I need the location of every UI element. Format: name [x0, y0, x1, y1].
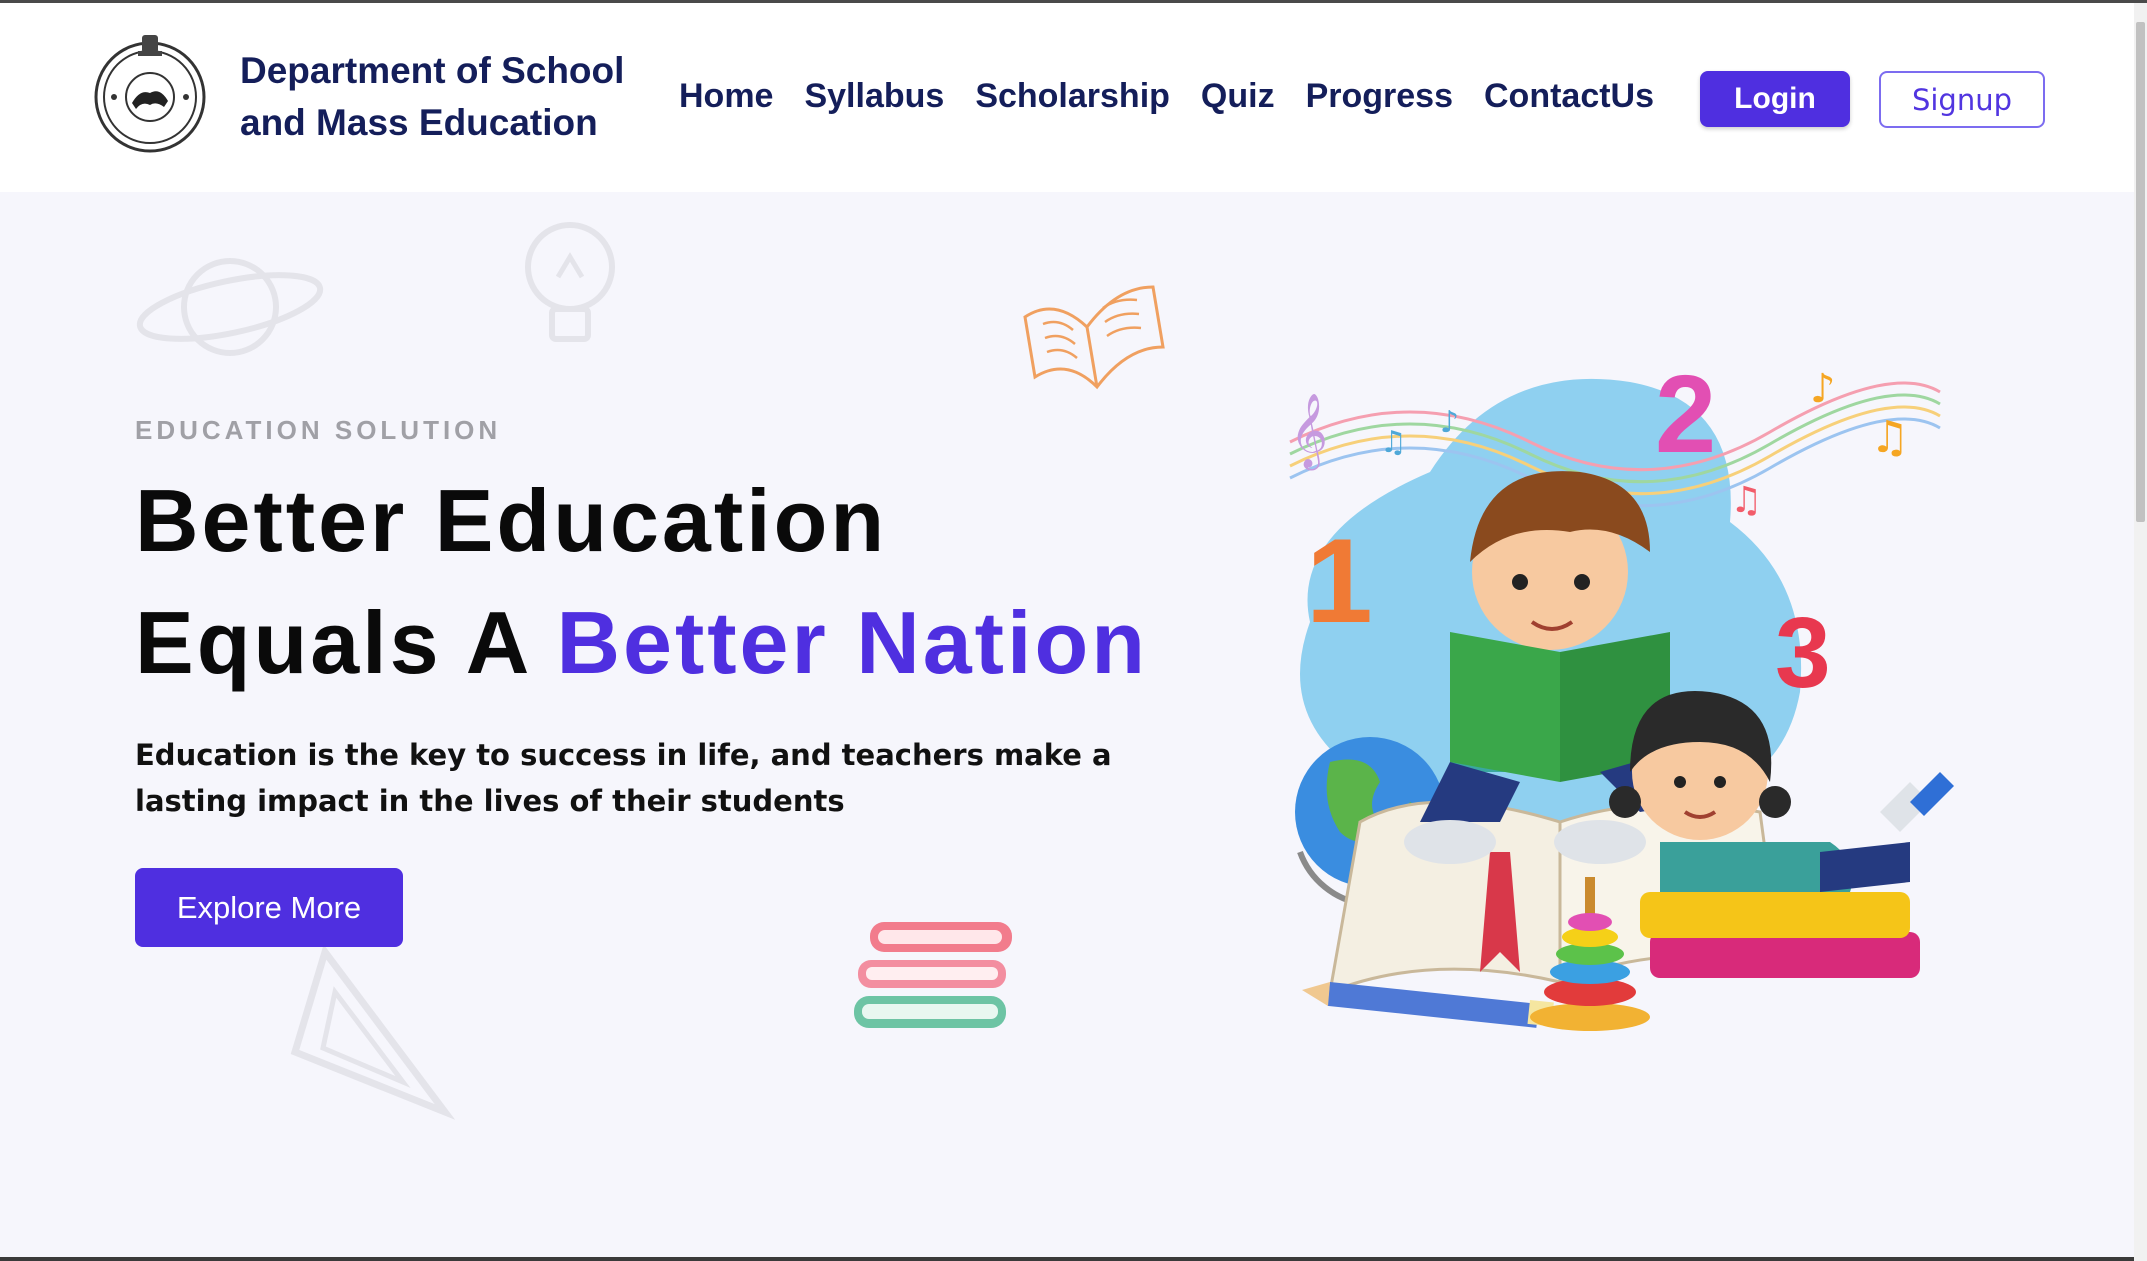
hero-headline-line2-plain: Equals A [135, 593, 557, 692]
brand-title-line1: Department of School [240, 50, 625, 91]
lightbulb-icon [525, 222, 615, 342]
svg-text:3: 3 [1775, 597, 1831, 709]
signup-button[interactable]: Signup [1879, 71, 2045, 128]
state-emblem-seal-icon[interactable] [92, 31, 208, 155]
nav-scholarship[interactable]: Scholarship [975, 75, 1170, 117]
svg-text:2: 2 [1655, 353, 1716, 476]
planet-icon [136, 258, 324, 356]
nav-home[interactable]: Home [679, 75, 773, 117]
svg-text:♫: ♫ [1730, 480, 1762, 521]
nav-progress[interactable]: Progress [1306, 75, 1453, 117]
explore-more-button[interactable]: Explore More [135, 868, 403, 947]
hero-description: Education is the key to success in life,… [135, 738, 1112, 818]
nav-quiz[interactable]: Quiz [1201, 75, 1275, 117]
hero-headline-line1: Better Education [135, 471, 888, 570]
site-header: Department of School and Mass Education … [0, 3, 2134, 192]
svg-text:♫: ♫ [1870, 412, 1909, 463]
brand-title-line2: and Mass Education [240, 102, 598, 143]
stacked-books-icon [854, 922, 1012, 1028]
svg-text:1: 1 [1306, 514, 1373, 648]
open-book-icon [1023, 285, 1165, 390]
svg-text:𝄞: 𝄞 [1290, 394, 1328, 471]
hero-headline-accent: Better Nation [556, 593, 1148, 692]
main-nav: Home Syllabus Scholarship Quiz Progress … [679, 75, 1685, 117]
children-reading-books-illustration: 𝄞 ♫ ♪ ♫ ♪ ♫ 1 2 3 [1289, 353, 1954, 1031]
page-scrollbar-thumb[interactable] [2136, 22, 2145, 522]
svg-text:♪: ♪ [1810, 366, 1836, 412]
window-bottom-border [0, 1257, 2134, 1261]
login-button[interactable]: Login [1700, 71, 1850, 127]
hero-eyebrow: EDUCATION SOLUTION [135, 415, 502, 445]
svg-text:♪: ♪ [1440, 405, 1459, 440]
svg-text:♫: ♫ [1380, 425, 1407, 460]
brand-title[interactable]: Department of School and Mass Education [240, 45, 624, 149]
nav-syllabus[interactable]: Syllabus [804, 75, 944, 117]
nav-contactus[interactable]: ContactUs [1484, 75, 1654, 117]
hero-headline: Better Education Equals A Better Nation [135, 460, 1148, 704]
hero-section: EDUCATION SOLUTION Better Education Equa… [0, 192, 2134, 1261]
triangle-ruler-icon [290, 944, 455, 1120]
